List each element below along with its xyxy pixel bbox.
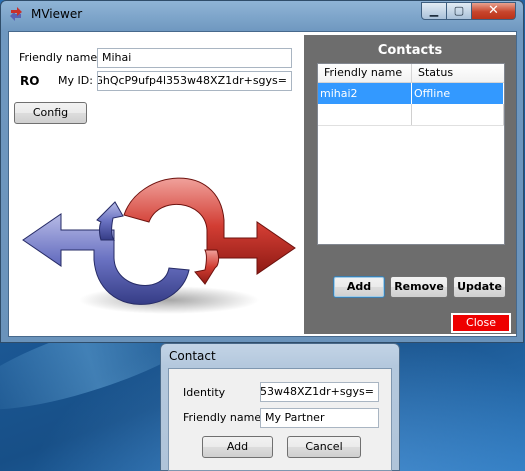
friendly-name-label: Friendly name: [19,51,101,64]
my-id-label: My ID: [58,74,93,87]
identity-label: Identity [183,386,226,399]
maximize-icon: ▢ [453,4,465,17]
window-title: MViewer [31,7,83,21]
add-contact-button[interactable]: Add [333,276,385,298]
main-client-area: Friendly name: Mihai RO My ID: CU8GhQcP9… [8,31,517,337]
my-id-input[interactable]: CU8GhQcP9ufp4l353w48XZ1dr+sgys= [97,71,292,91]
maximize-button[interactable]: ▢ [446,2,472,20]
minimize-icon: ▁ [429,4,439,17]
app-icon [10,7,22,21]
update-contact-button[interactable]: Update [453,276,506,298]
identity-input[interactable]: p4l353w48XZ1dr+sgys= [260,382,379,402]
empty-status-cell [412,104,504,125]
country-code-label: RO [20,74,40,88]
identity-value: p4l353w48XZ1dr+sgys= [260,385,374,398]
exchange-arrows-logo [22,177,296,314]
config-button[interactable]: Config [14,102,87,124]
contact-name-cell: mihai2 [318,83,412,104]
title-bar[interactable]: MViewer ▁ ▢ ✕ [1,1,523,29]
contact-dialog: Contact Identity p4l353w48XZ1dr+sgys= Fr… [160,343,400,471]
contacts-title: Contacts [377,43,443,58]
minimize-button[interactable]: ▁ [421,2,447,20]
dialog-client-area: Identity p4l353w48XZ1dr+sgys= Friendly n… [168,368,392,471]
dialog-cancel-button[interactable]: Cancel [287,436,361,458]
contacts-list-header: Friendly name Status [318,64,504,83]
my-id-value: CU8GhQcP9ufp4l353w48XZ1dr+sgys= [97,74,287,87]
dialog-friendly-name-input[interactable]: My Partner [260,408,379,428]
close-button[interactable]: Close [451,313,511,333]
contact-row[interactable]: mihai2 Offline [318,83,504,104]
dialog-friendly-name-label: Friendly name [183,411,262,424]
close-icon: ✕ [488,3,499,18]
contacts-panel: Contacts Friendly name Status mihai2 Off… [304,35,516,334]
close-window-button[interactable]: ✕ [471,2,516,20]
friendly-name-input[interactable]: Mihai [97,48,292,68]
mviewer-window: MViewer ▁ ▢ ✕ Friendly name: Mihai RO My… [0,0,524,343]
dialog-title: Contact [169,349,216,363]
new-contact-row[interactable] [318,104,504,126]
remove-contact-button[interactable]: Remove [390,276,448,298]
column-header-status[interactable]: Status [412,64,504,82]
dialog-add-button[interactable]: Add [202,436,273,458]
empty-name-cell [318,104,412,125]
contacts-list[interactable]: Friendly name Status mihai2 Offline [317,63,505,245]
contact-status-cell: Offline [412,83,504,104]
column-header-friendly-name[interactable]: Friendly name [318,64,412,82]
